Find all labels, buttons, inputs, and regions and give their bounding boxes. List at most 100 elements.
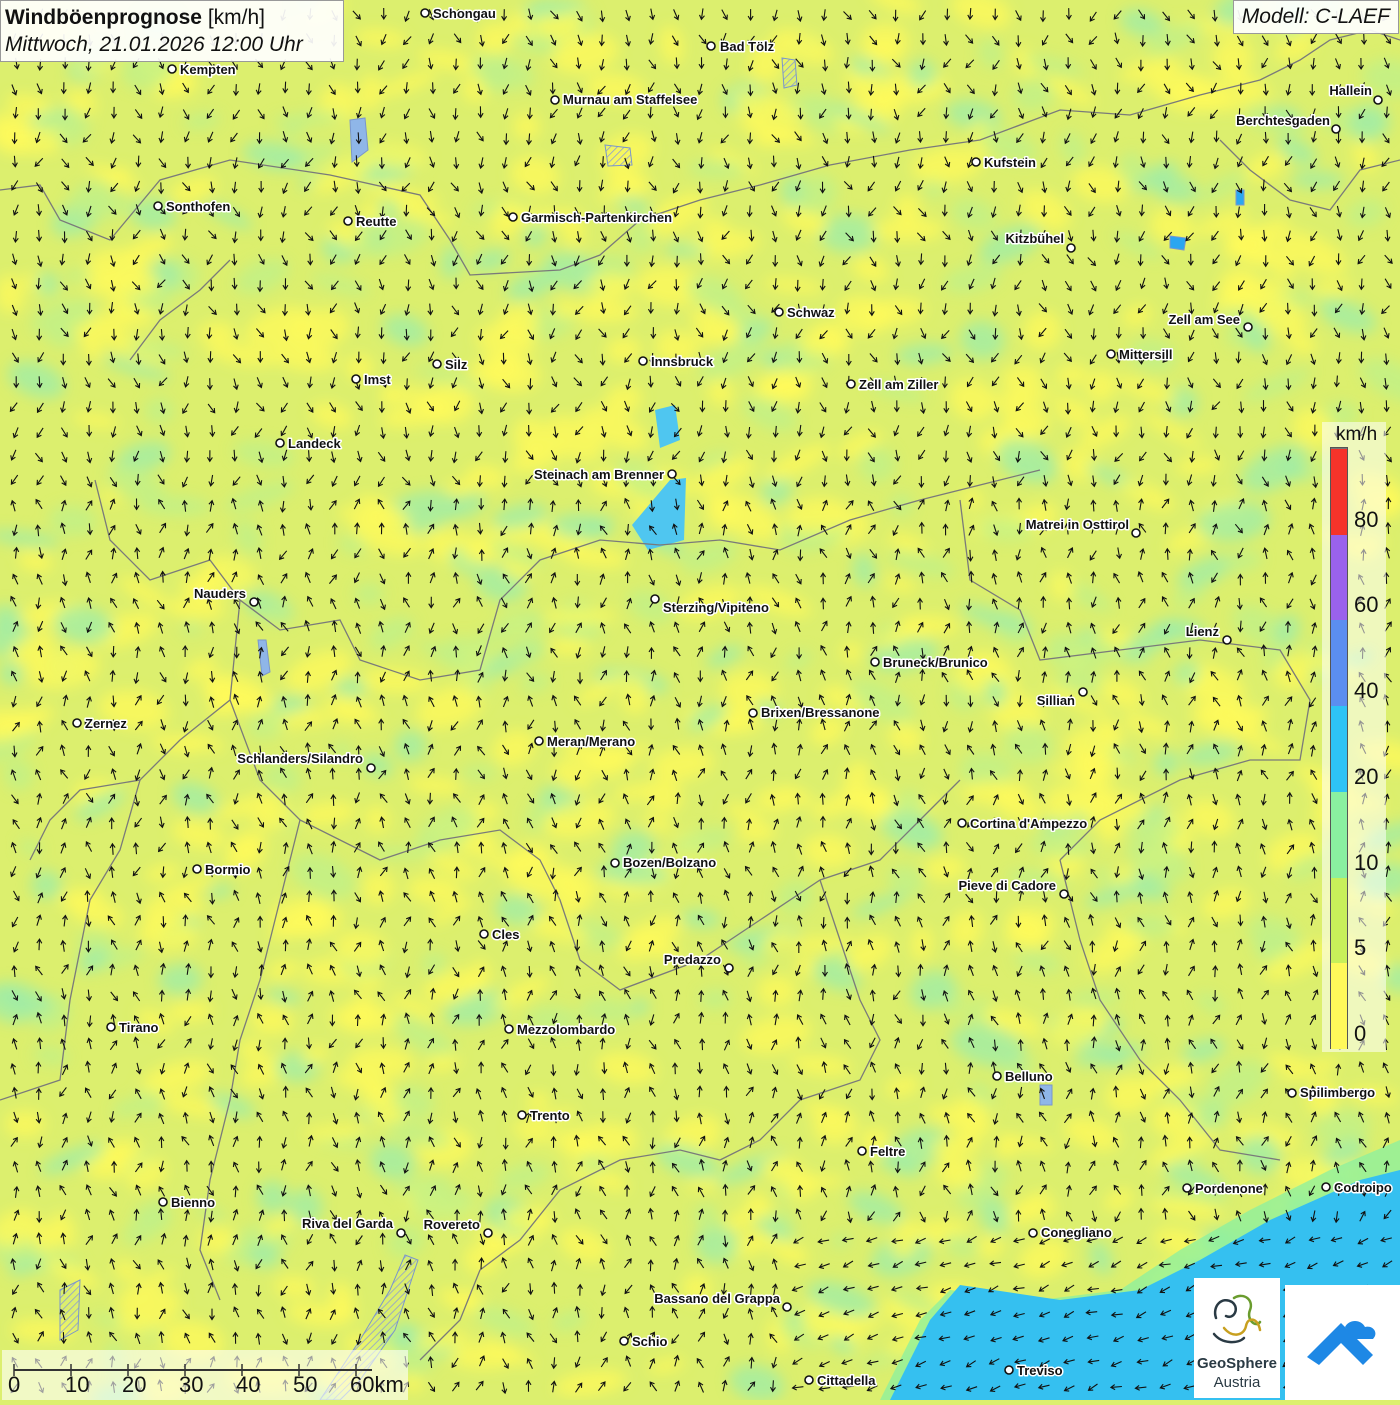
legend-label-20: 20 — [1354, 763, 1379, 789]
city-label-lienz: Lienz — [1186, 624, 1220, 639]
city-label-cles: Cles — [492, 927, 519, 942]
city-label-trento: Trento — [530, 1108, 570, 1123]
scale-label-4: 40 — [236, 1372, 261, 1397]
city-label-berchtesgaden: Berchtesgaden — [1236, 113, 1330, 128]
legend-swatch-80 — [1331, 448, 1347, 535]
city-label-innsbruck: Innsbruck — [651, 354, 714, 369]
city-label-bienno: Bienno — [171, 1195, 215, 1210]
city-marker-cortina-d-ampezzo — [957, 818, 967, 828]
city-marker-kempten — [167, 64, 177, 74]
legend-swatch-60 — [1331, 533, 1347, 621]
city-label-schongau: Schongau — [433, 6, 496, 21]
legend-swatch-0 — [1331, 962, 1347, 1049]
city-label-reutte: Reutte — [356, 214, 396, 229]
city-marker-kitzb-hel — [1066, 243, 1076, 253]
geosphere-austria-logo: GeoSphere Austria — [1194, 1278, 1280, 1398]
legend-label-10: 10 — [1354, 849, 1379, 875]
city-marker-cles — [479, 929, 489, 939]
city-marker-imst — [351, 374, 361, 384]
city-label-kufstein: Kufstein — [984, 155, 1036, 170]
city-marker-schwaz — [774, 307, 784, 317]
city-marker-garmisch-partenkirchen — [508, 212, 518, 222]
legend-swatch-40 — [1331, 619, 1347, 707]
city-marker-landeck — [275, 438, 285, 448]
city-label-spilimbergo: Spilimbergo — [1300, 1085, 1375, 1100]
wind-gust-map[interactable]: Schongau Bad Tölz Kempten Murnau am Staffel… — [0, 0, 1400, 1400]
city-label-codroipo: Codroipo — [1334, 1180, 1392, 1195]
city-marker-cittadella — [804, 1375, 814, 1385]
city-label-cittadella: Cittadella — [817, 1373, 876, 1388]
city-marker-rovereto — [483, 1228, 493, 1238]
geosphere-swirl-icon — [1212, 1294, 1262, 1344]
title-box: Windböenprognose [km/h] Mittwoch, 21.01.… — [0, 0, 344, 62]
city-marker-brixen-bressanone — [748, 708, 758, 718]
city-label-cortina-d-ampezzo: Cortina d'Ampezzo — [970, 816, 1087, 831]
city-label-pieve-di-cadore: Pieve di Cadore — [958, 878, 1056, 893]
geosphere-name: GeoSphere — [1196, 1355, 1278, 1372]
city-marker-meran-merano — [534, 736, 544, 746]
city-marker-pordenone — [1182, 1183, 1192, 1193]
city-label-meran-merano: Meran/Merano — [547, 734, 635, 749]
city-label-landeck: Landeck — [288, 436, 342, 451]
map-title: Windböenprognose [km/h] — [5, 6, 265, 29]
city-marker-lienz — [1222, 635, 1232, 645]
city-label-sterzing-vipiteno: Sterzing/Vipiteno — [663, 600, 769, 615]
city-marker-bormio — [192, 864, 202, 874]
city-marker-matrei-in-osttirol — [1131, 528, 1141, 538]
city-label-hallein: Hallein — [1329, 83, 1372, 98]
legend-unit: km/h — [1336, 424, 1378, 445]
city-label-bad-t-lz: Bad Tölz — [720, 39, 775, 54]
city-label-nauders: Nauders — [194, 586, 246, 601]
city-marker-bruneck-brunico — [870, 657, 880, 667]
city-label-feltre: Feltre — [870, 1144, 905, 1159]
city-label-conegliano: Conegliano — [1041, 1225, 1112, 1240]
legend-colorbar — [1330, 447, 1348, 1049]
mountain-cloud-icon — [1307, 1321, 1376, 1365]
distance-scalebar: 0 10 20 30 40 50 60km — [2, 1350, 408, 1400]
city-marker-spilimbergo — [1287, 1088, 1297, 1098]
city-marker-bad-t-lz — [706, 41, 716, 51]
city-marker-riva-del-garda — [396, 1228, 406, 1238]
city-marker-bassano-del-grappa — [782, 1302, 792, 1312]
city-marker-steinach-am-brenner — [667, 469, 677, 479]
legend-swatch-5 — [1331, 876, 1347, 964]
city-label-sillian: Sillian — [1037, 693, 1075, 708]
model-label: Modell: C-LAEF — [1232, 0, 1399, 34]
city-marker-sterzing-vipiteno — [650, 594, 660, 604]
city-label-schlanders-silandro: Schlanders/Silandro — [237, 751, 363, 766]
city-marker-schongau — [420, 8, 430, 18]
city-marker-zell-am-ziller — [846, 379, 856, 389]
city-marker-conegliano — [1028, 1228, 1038, 1238]
city-label-zell-am-ziller: Zell am Ziller — [859, 377, 938, 392]
city-marker-nauders — [249, 597, 259, 607]
city-marker-bozen-bolzano — [610, 858, 620, 868]
city-marker-zernez — [72, 718, 82, 728]
legend-label-0: 0 — [1354, 1021, 1367, 1046]
city-marker-trento — [517, 1110, 527, 1120]
city-marker-feltre — [857, 1146, 867, 1156]
city-marker-hallein — [1373, 95, 1383, 105]
city-label-riva-del-garda: Riva del Garda — [302, 1216, 394, 1231]
city-marker-mittersill — [1106, 349, 1116, 359]
scale-label-1: 10 — [65, 1372, 90, 1397]
city-marker-innsbruck — [638, 356, 648, 366]
city-label-bozen-bolzano: Bozen/Bolzano — [623, 855, 716, 870]
weather-app-logo — [1285, 1285, 1400, 1400]
city-label-bruneck-brunico: Bruneck/Brunico — [883, 655, 988, 670]
city-label-steinach-am-brenner: Steinach am Brenner — [534, 467, 664, 482]
city-label-imst: Imst — [364, 372, 391, 387]
city-label-schio: Schio — [632, 1334, 667, 1349]
city-label-zernez: Zernez — [85, 716, 127, 731]
city-label-brixen-bressanone: Brixen/Bressanone — [761, 705, 880, 720]
forecast-datetime: Mittwoch, 21.01.2026 12:00 Uhr — [5, 33, 303, 56]
city-marker-kufstein — [971, 157, 981, 167]
city-label-tirano: Tirano — [119, 1020, 159, 1035]
legend-label-60: 60 — [1354, 592, 1379, 618]
city-label-silz: Silz — [445, 357, 468, 372]
city-label-zell-am-see: Zell am See — [1168, 312, 1240, 327]
city-marker-murnau-am-staffelsee — [550, 95, 560, 105]
city-marker-bienno — [158, 1197, 168, 1207]
city-label-rovereto: Rovereto — [424, 1217, 480, 1232]
city-label-kitzb-hel: Kitzbühel — [1006, 231, 1065, 246]
legend-swatch-20 — [1331, 705, 1347, 792]
